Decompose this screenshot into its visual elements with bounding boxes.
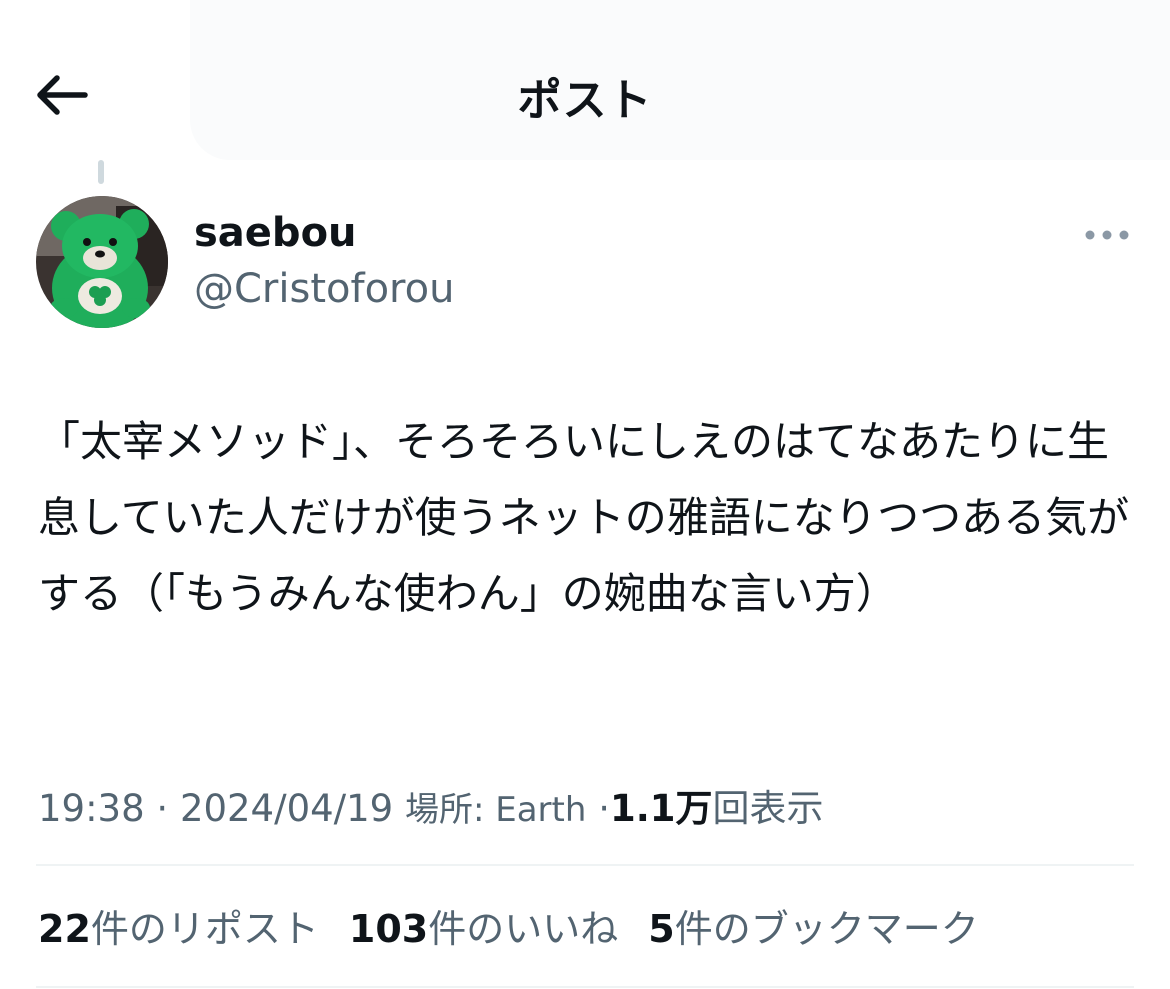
author-display-name[interactable]: saebou bbox=[194, 210, 357, 256]
views-label: 回表示 bbox=[712, 787, 824, 830]
likes-stat[interactable]: 103件のいいね bbox=[349, 898, 618, 953]
post-date[interactable]: 2024/04/19 bbox=[180, 787, 393, 830]
more-options-button[interactable] bbox=[1080, 218, 1134, 252]
views-count: 1.1万 bbox=[609, 787, 713, 830]
bookmarks-stat[interactable]: 5件のブックマーク bbox=[648, 898, 978, 953]
more-options-icon bbox=[1085, 230, 1129, 240]
post-location: 場所: Earth bbox=[404, 790, 587, 830]
bookmarks-label: 件のブックマーク bbox=[674, 907, 979, 951]
thread-connector-line bbox=[98, 160, 104, 184]
meta-separator: · bbox=[598, 787, 610, 830]
meta-separator: · bbox=[156, 787, 169, 830]
likes-count: 103 bbox=[348, 907, 429, 951]
divider bbox=[36, 986, 1134, 988]
top-bar: ポスト bbox=[0, 0, 1170, 160]
green-teddy-bear-avatar bbox=[36, 196, 168, 328]
reposts-label: 件のリポスト bbox=[90, 907, 319, 951]
author-handle[interactable]: @Cristoforou bbox=[194, 266, 454, 312]
bookmarks-count: 5 bbox=[648, 907, 675, 951]
page-title: ポスト bbox=[517, 75, 653, 126]
divider bbox=[36, 864, 1134, 866]
reposts-count: 22 bbox=[38, 907, 91, 951]
post-time[interactable]: 19:38 bbox=[38, 787, 145, 830]
post-meta: 19:38 · 2024/04/19 場所: Earth ·1.1万回表示 bbox=[38, 778, 824, 832]
avatar[interactable] bbox=[36, 196, 168, 328]
reposts-stat[interactable]: 22件のリポスト bbox=[38, 898, 319, 953]
likes-label: 件のいいね bbox=[428, 907, 619, 951]
post-text: 「太宰メソッド」、そろそろいにしえのはてなあたりに生息していた人だけが使うネット… bbox=[38, 417, 1130, 618]
engagement-stats: 22件のリポスト 103件のいいね 5件のブックマーク bbox=[38, 898, 979, 953]
